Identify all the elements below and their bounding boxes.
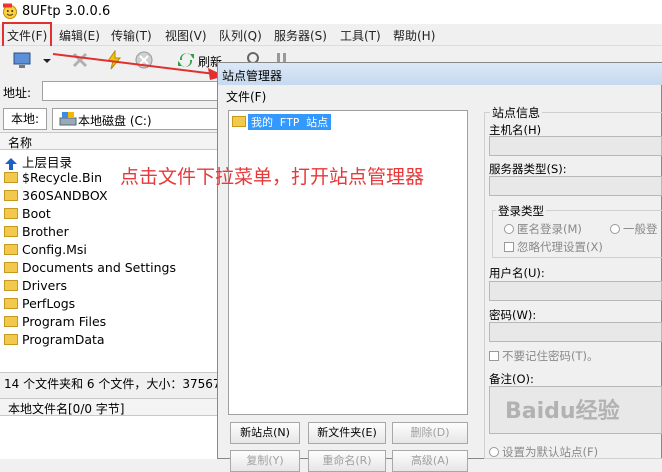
- list-item[interactable]: Program Files: [4, 314, 106, 332]
- local-status-text: 14 个文件夹和 6 个文件，大小：37567: [4, 377, 221, 391]
- notes-label: 备注(O):: [489, 372, 534, 386]
- folder-icon: [4, 208, 18, 219]
- no-remember-password-checkbox[interactable]: 不要记住密码(T)。: [489, 348, 599, 364]
- list-item-label: Documents and Settings: [22, 260, 177, 275]
- list-item[interactable]: Boot: [4, 206, 51, 224]
- list-item[interactable]: Config.Msi: [4, 242, 87, 260]
- new-site-button[interactable]: 新站点(N): [230, 422, 300, 444]
- list-item-label: 上层目录: [22, 155, 73, 170]
- dropdown-arrow-icon[interactable]: [40, 50, 54, 70]
- menu-server[interactable]: 服务器(S): [274, 27, 327, 44]
- list-item[interactable]: $Recycle.Bin: [4, 170, 102, 188]
- menu-transfer[interactable]: 传输(T): [111, 27, 152, 44]
- login-type-label: 登录类型: [496, 203, 546, 219]
- list-item[interactable]: Drivers: [4, 278, 67, 296]
- list-item-label: Boot: [22, 206, 51, 221]
- app-logo-icon: [3, 3, 17, 19]
- folder-icon: [4, 190, 18, 201]
- folder-icon: [4, 172, 18, 183]
- list-item-label: Brother: [22, 224, 69, 239]
- default-site-label: 设置为默认站点(F): [502, 445, 599, 459]
- server-type-select[interactable]: [489, 176, 662, 196]
- refresh-icon[interactable]: [176, 50, 196, 70]
- list-item[interactable]: Brother: [4, 224, 69, 242]
- folder-icon: [4, 298, 18, 309]
- anonymous-login-radio[interactable]: 匿名登录(M): [504, 221, 582, 237]
- list-item[interactable]: 360SANDBOX: [4, 188, 108, 206]
- list-item[interactable]: PerfLogs: [4, 296, 75, 314]
- app-title: 8UFtp 3.0.0.6: [22, 4, 111, 19]
- site-info-title: 站点信息: [490, 104, 543, 121]
- delete-button[interactable]: 删除(D): [392, 422, 468, 444]
- username-input[interactable]: [489, 281, 662, 301]
- list-item[interactable]: ProgramData: [4, 332, 105, 350]
- normal-login-radio[interactable]: 一般登: [610, 221, 658, 237]
- address-label: 地址:: [3, 86, 32, 100]
- menu-queue[interactable]: 队列(Q): [219, 27, 262, 44]
- list-item-parent[interactable]: 上层目录: [4, 152, 72, 170]
- checkbox-icon: [489, 350, 499, 361]
- folder-icon: [4, 262, 18, 273]
- server-type-label: 服务器类型(S):: [489, 162, 567, 176]
- checkbox-icon: [504, 241, 514, 252]
- folder-icon: [4, 226, 18, 237]
- tutorial-annotation-text: 点击文件下拉菜单，打开站点管理器: [120, 166, 425, 188]
- folder-icon: [4, 316, 18, 327]
- advanced-button[interactable]: 高级(A): [392, 450, 468, 472]
- radio-icon: [504, 223, 514, 234]
- menu-view[interactable]: 视图(V): [165, 27, 207, 44]
- queue-column-local-filename[interactable]: 本地文件名[0/0 字节]: [8, 400, 125, 417]
- radio-icon: [489, 446, 499, 457]
- list-item-label: 360SANDBOX: [22, 188, 108, 203]
- site-manager-title: 站点管理器: [222, 69, 283, 83]
- site-tree: [228, 110, 468, 415]
- copy-button[interactable]: 复制(Y): [230, 450, 300, 472]
- disk-label: 本地磁盘 (C:): [78, 114, 152, 128]
- column-name-header[interactable]: 名称: [8, 134, 32, 151]
- ignore-proxy-label: 忽略代理设置(X): [517, 240, 603, 254]
- no-remember-password-label: 不要记住密码(T)。: [502, 349, 599, 363]
- disconnect-icon[interactable]: [70, 50, 90, 70]
- host-input[interactable]: [489, 136, 662, 156]
- list-item-label: PerfLogs: [22, 296, 76, 311]
- folder-icon: [232, 116, 246, 127]
- site-manager-title-bar: [218, 63, 662, 85]
- list-item-label: Drivers: [22, 278, 67, 293]
- stop-icon[interactable]: [134, 50, 154, 70]
- menu-help[interactable]: 帮助(H): [393, 27, 435, 44]
- menu-bar: 文件(F) 编辑(E) 传输(T) 视图(V) 队列(Q) 服务器(S) 工具(…: [0, 24, 662, 46]
- password-input[interactable]: [489, 322, 662, 342]
- list-item-label: Config.Msi: [22, 242, 87, 257]
- local-column-header: [0, 132, 222, 150]
- address-input[interactable]: [42, 81, 232, 101]
- radio-icon: [610, 223, 620, 234]
- folder-icon: [4, 244, 18, 255]
- anonymous-login-label: 匿名登录(M): [517, 222, 582, 236]
- queue-list: [0, 416, 222, 459]
- list-item-label: ProgramData: [22, 332, 105, 347]
- folder-icon: [4, 334, 18, 345]
- list-item-label: Program Files: [22, 314, 107, 329]
- default-site-radio[interactable]: 设置为默认站点(F): [489, 444, 598, 460]
- tree-item-my-ftp-sites[interactable]: 我的 FTP 站点: [248, 114, 332, 130]
- rename-button[interactable]: 重命名(R): [308, 450, 386, 472]
- password-label: 密码(W):: [489, 308, 537, 322]
- connect-computer-icon[interactable]: [12, 50, 32, 70]
- site-manager-menu-file[interactable]: 文件(F): [226, 88, 266, 105]
- disk-drive-icon: [59, 112, 77, 126]
- baidu-watermark: Baidu经验: [505, 399, 620, 424]
- local-tab[interactable]: 本地:: [3, 108, 47, 130]
- ignore-proxy-checkbox[interactable]: 忽略代理设置(X): [504, 239, 603, 255]
- list-item-label: $Recycle.Bin: [22, 170, 103, 185]
- username-label: 用户名(U):: [489, 266, 545, 280]
- up-arrow-icon: [5, 157, 17, 170]
- normal-login-label: 一般登: [623, 222, 658, 236]
- menu-edit[interactable]: 编辑(E): [59, 27, 100, 44]
- lightning-icon[interactable]: [104, 50, 124, 70]
- menu-tools[interactable]: 工具(T): [340, 27, 381, 44]
- list-item[interactable]: Documents and Settings: [4, 260, 176, 278]
- folder-icon: [4, 280, 18, 291]
- new-folder-button[interactable]: 新文件夹(E): [308, 422, 386, 444]
- site-manager-menu-bar: [218, 86, 662, 106]
